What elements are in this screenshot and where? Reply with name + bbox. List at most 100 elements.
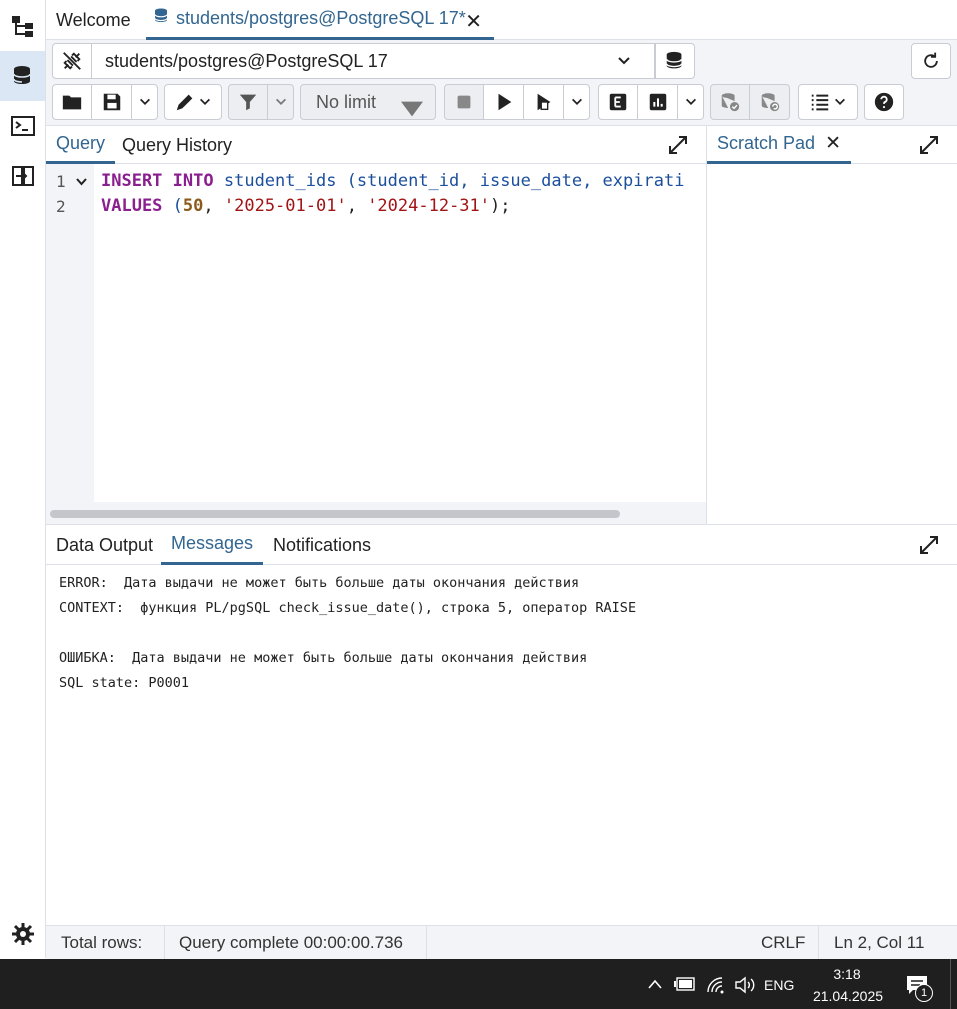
code-token: 50 [182,196,204,216]
execute-options-dropdown[interactable] [564,84,590,120]
edit-dropdown[interactable] [164,84,222,120]
total-rows-label: Total rows: [61,933,143,952]
message-line: CONTEXT: функция PL/pgSQL check_issue_da… [59,600,637,616]
line-number: 1 [56,172,66,191]
chevron-down-icon [835,98,845,105]
commit-button[interactable] [710,84,750,120]
chevron-down-icon [275,98,286,105]
list-icon [811,94,829,111]
query-toolbar: No limit [46,82,957,126]
query-editor-panel: Query Query History 1 2 INSERT INTO stud… [46,126,707,524]
code-token: '2024-12-31' [367,196,491,216]
chevron-down-icon [685,98,696,105]
tab-query-history[interactable]: Query History [122,126,232,164]
tab-bar: Welcome students/postgres@PostgreSQL 17*… [46,0,957,40]
tab-data-output[interactable]: Data Output [56,525,153,565]
play-script-icon [537,93,550,111]
chevron-up-icon[interactable] [646,975,664,993]
tab-messages[interactable]: Messages [161,525,264,565]
explain-icon [609,93,627,111]
psql-tool-button[interactable] [0,101,45,151]
help-icon [874,92,894,112]
tab-query-tool[interactable]: students/postgres@PostgreSQL 17* ✕ [146,0,494,40]
disconnected-plug-icon [63,52,81,70]
scratch-pad-textarea[interactable] [707,164,957,524]
clock-date[interactable]: 21.04.2025 [810,986,886,1006]
tab-query[interactable]: Query [46,126,116,164]
code-token: ( [162,196,183,216]
connection-select[interactable]: students/postgres@PostgreSQL 17 [92,43,655,79]
wifi-icon[interactable] [705,974,727,996]
terminal-icon [10,116,35,136]
chevron-down-icon [616,53,632,74]
expand-icon[interactable] [919,535,939,555]
save-options-dropdown[interactable] [132,84,158,120]
save-file-button[interactable] [92,84,132,120]
input-language[interactable]: ENG [764,975,794,995]
message-line: SQL state: P0001 [59,675,190,691]
code-token: , [203,196,224,216]
tab-notifications[interactable]: Notifications [273,525,371,565]
close-icon[interactable]: ✕ [825,132,841,155]
filter-dropdown[interactable] [268,84,294,120]
volume-icon[interactable] [733,974,757,996]
divider [818,926,819,960]
query-tool-button[interactable] [0,51,45,101]
pencil-icon [176,94,193,111]
play-icon [498,93,511,111]
sql-editor[interactable]: INSERT INTO student_ids (student_id, iss… [94,164,706,502]
execute-button[interactable] [484,84,524,120]
object-explorer-button[interactable] [0,1,45,51]
divider [950,959,951,1009]
compare-icon [11,166,34,186]
code-token: , [346,196,368,216]
line-gutter: 1 2 [46,164,94,502]
database-icon [152,7,170,30]
chevron-down-icon [200,98,210,105]
code-token: VALUES [101,196,163,216]
expand-icon[interactable] [668,135,688,155]
chevron-down-icon [571,98,582,105]
reset-layout-button[interactable] [911,43,951,79]
filter-button[interactable] [228,84,268,120]
filter-icon [239,94,257,111]
windows-taskbar: ENG 3:18 21.04.2025 1 [0,959,957,1009]
left-rail [0,0,46,958]
explain-analyze-button[interactable] [638,84,678,120]
fold-chevron-icon[interactable] [76,178,87,186]
tab-welcome[interactable]: Welcome [56,0,131,40]
message-line: ERROR: Дата выдачи не может быть больше … [59,575,580,591]
connection-select-value: students/postgres@PostgreSQL 17 [105,50,388,71]
tab-query-tool-label: students/postgres@PostgreSQL 17* [176,8,466,28]
rollback-button[interactable] [750,84,790,120]
explain-options-dropdown[interactable] [678,84,704,120]
tab-scratch-pad[interactable]: Scratch Pad ✕ [707,126,851,164]
query-status: Query complete 00:00:00.736 [179,933,403,952]
results-panel: Data Output Messages Notifications ERROR… [46,524,957,925]
stop-query-button[interactable] [444,84,484,120]
explain-button[interactable] [598,84,638,120]
execute-script-button[interactable] [524,84,564,120]
new-connection-button[interactable] [655,43,695,79]
line-ending: CRLF [761,933,806,952]
editor-tabs: Query Query History [46,126,706,164]
expand-icon[interactable] [919,135,939,155]
message-line: ОШИБКА: Дата выдачи не может быть больше… [59,650,588,666]
help-button[interactable] [864,84,904,120]
close-icon[interactable]: ✕ [465,9,482,34]
battery-icon[interactable] [673,974,697,994]
open-file-button[interactable] [52,84,92,120]
schema-diff-button[interactable] [0,151,45,201]
stop-icon [457,95,471,109]
settings-button[interactable] [0,909,45,959]
scrollbar-thumb[interactable] [50,510,620,518]
macros-dropdown[interactable] [798,84,858,120]
notifications-button[interactable]: 1 [902,971,933,1002]
horizontal-scrollbar[interactable] [46,502,706,524]
database-icon [12,66,31,84]
cursor-position: Ln 2, Col 11 [834,933,925,952]
clock-time[interactable]: 3:18 [812,964,882,984]
connection-status-button[interactable] [52,43,92,79]
scratch-pad-panel: Scratch Pad ✕ [707,126,957,524]
limit-select[interactable]: No limit [300,84,436,120]
